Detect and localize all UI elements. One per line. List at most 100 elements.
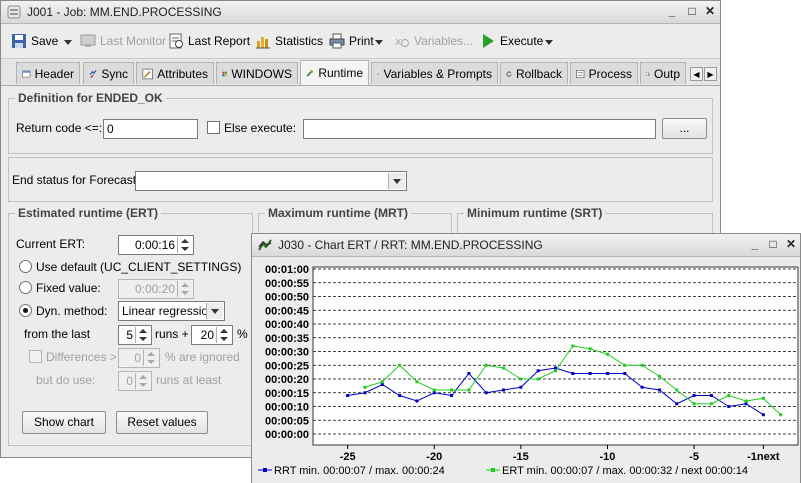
forecast-select[interactable]	[135, 171, 407, 191]
chart-legend: RRT min. 00:00:07 / max. 00:00:24 ERT mi…	[258, 465, 748, 477]
last-monitor-button[interactable]: Last Monitor	[80, 32, 166, 50]
close-icon[interactable]: ✕	[703, 4, 717, 18]
fixed-value-spinner[interactable]	[177, 281, 192, 297]
fixed-value-input[interactable]: 0:00:20	[118, 279, 194, 299]
differences-input[interactable]: 0	[118, 348, 160, 368]
ert-point	[519, 377, 523, 381]
close-icon[interactable]: ✕	[784, 237, 798, 251]
return-code-input[interactable]: 0	[103, 119, 198, 139]
ert-point	[571, 344, 575, 348]
rrt-point	[623, 372, 627, 375]
dyn-method-radio[interactable]	[19, 304, 32, 317]
tab-output[interactable]: Outp	[640, 62, 686, 84]
print-button[interactable]: Print	[329, 32, 374, 50]
rrt-point	[346, 394, 350, 397]
runs-input[interactable]: 5	[118, 325, 152, 345]
play-icon	[483, 34, 494, 48]
runs-plus-label: runs +	[155, 327, 189, 341]
ert-point	[467, 388, 471, 392]
rrt-point	[744, 402, 748, 406]
execute-dropdown-icon[interactable]	[545, 40, 553, 45]
but-do-use-input[interactable]: 0	[118, 371, 152, 391]
else-execute-input[interactable]	[303, 119, 656, 139]
last-report-button[interactable]: Last Report	[168, 32, 250, 50]
rrt-point	[519, 385, 523, 389]
job-window-titlebar[interactable]: J001 - Job: MM.END.PROCESSING _ □ ✕	[1, 1, 720, 24]
rrt-point	[709, 394, 713, 397]
maximize-icon[interactable]: □	[685, 4, 699, 18]
x-tick-label: -10	[600, 451, 616, 463]
percent-sign: %	[237, 327, 248, 341]
rrt-point	[657, 388, 661, 392]
runs-value: 5	[126, 328, 133, 342]
save-label: Save	[31, 34, 59, 48]
y-tick-label: 00:01:00	[265, 264, 309, 276]
maximize-icon[interactable]: □	[766, 237, 780, 251]
monitor-icon	[80, 34, 96, 47]
save-button[interactable]: Save	[11, 32, 58, 50]
show-chart-button[interactable]: Show chart	[22, 411, 106, 434]
tab-rollback[interactable]: Rollback	[500, 62, 568, 84]
execute-button[interactable]: Execute	[480, 32, 543, 50]
tab-windows-label: WINDOWS	[231, 66, 292, 81]
chart-window-titlebar[interactable]: J030 - Chart ERT / RRT: MM.END.PROCESSIN…	[252, 234, 800, 257]
variables-button[interactable]: x Variables...	[394, 32, 473, 50]
statistics-button[interactable]: Statistics	[255, 32, 323, 50]
header-icon	[22, 70, 31, 77]
ert-point	[502, 366, 506, 370]
tab-attributes[interactable]: Attributes	[136, 62, 214, 84]
tab-runtime[interactable]: Runtime	[300, 60, 369, 85]
chevron-down-icon[interactable]	[206, 303, 223, 319]
use-default-radio[interactable]	[19, 260, 32, 273]
ert-legend-label: ERT min. 00:00:07 / max. 00:00:32 / next…	[502, 465, 748, 477]
attributes-icon	[142, 68, 153, 79]
current-ert-input[interactable]: 0:00:16	[118, 235, 194, 255]
browse-button[interactable]: ...	[662, 118, 707, 139]
execute-label: Execute	[500, 34, 544, 48]
tab-header[interactable]: Header	[16, 62, 80, 84]
differences-spinner[interactable]	[143, 350, 158, 366]
minimize-icon[interactable]: _	[665, 4, 679, 18]
definition-title: Definition for ENDED_OK	[15, 91, 166, 105]
save-dropdown-icon[interactable]	[64, 40, 72, 45]
ert-title: Estimated runtime (ERT)	[15, 206, 162, 220]
but-do-use-spinner[interactable]	[135, 373, 150, 389]
rrt-point	[536, 369, 540, 373]
else-execute-checkbox[interactable]	[207, 121, 220, 134]
y-tick-label: 00:00:40	[265, 319, 309, 331]
tab-scroll-left-icon[interactable]: ◀	[690, 67, 703, 81]
job-window-title: J001 - Job: MM.END.PROCESSING	[27, 5, 222, 19]
runtime-chart: 00:00:00 00:00:0500:00:10 00:00:15 00:00:20…	[252, 257, 800, 483]
ert-point	[623, 363, 627, 367]
differences-checkbox[interactable]	[29, 350, 42, 363]
current-ert-spinner[interactable]	[177, 237, 192, 253]
differences-value: 0	[134, 351, 141, 365]
print-dropdown-icon[interactable]	[375, 40, 383, 45]
tab-scroll-right-icon[interactable]: ▶	[704, 67, 717, 81]
dyn-method-select[interactable]: Linear regression	[118, 301, 225, 321]
percent-spinner[interactable]	[216, 327, 231, 343]
tab-process[interactable]: Process	[570, 62, 638, 84]
runs-spinner[interactable]	[135, 327, 150, 343]
tab-variables-prompts[interactable]: xy Variables & Prompts	[371, 62, 498, 84]
rrt-point	[761, 413, 765, 417]
dyn-method-label: Dyn. method:	[36, 304, 108, 318]
ert-point	[744, 399, 748, 403]
y-tick-label: 00:00:25	[265, 360, 309, 372]
minimize-icon[interactable]: _	[748, 237, 762, 251]
from-last-label: from the last	[24, 327, 91, 341]
x-tick-label: -25	[340, 451, 356, 463]
y-tick-label: 00:00:35	[265, 333, 309, 345]
percent-input[interactable]: 20	[191, 325, 233, 345]
ert-point	[363, 385, 367, 389]
chevron-down-icon[interactable]	[388, 173, 405, 189]
tab-windows[interactable]: WINDOWS	[216, 62, 298, 84]
rrt-point	[380, 383, 384, 386]
runs-at-least-label: runs at least	[156, 373, 222, 387]
ert-point	[554, 369, 557, 373]
fixed-value-radio[interactable]	[19, 281, 32, 294]
tab-sync[interactable]: Sync	[83, 62, 134, 84]
reset-values-button[interactable]: Reset values	[116, 411, 208, 434]
forecast-label: End status for Forecast:	[12, 173, 140, 187]
ert-point	[761, 396, 765, 400]
